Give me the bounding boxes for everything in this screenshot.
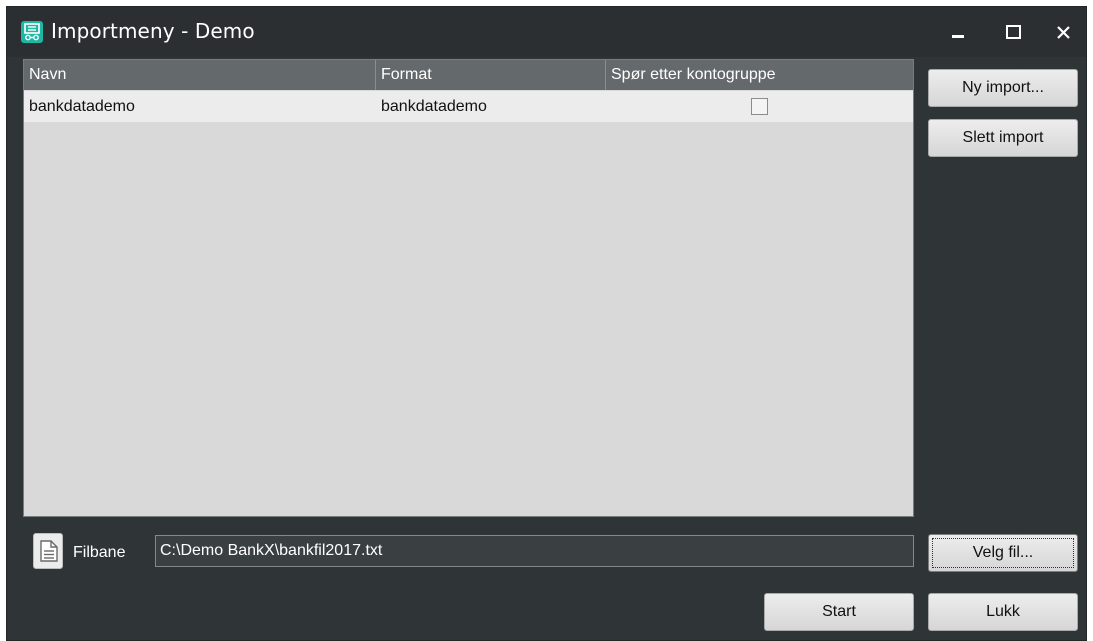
import-menu-window: Importmeny - Demo Navn Format Spør etter… (6, 6, 1087, 641)
spor-etter-kontogruppe-checkbox[interactable] (751, 98, 768, 115)
window-title: Importmeny - Demo (51, 19, 255, 43)
cell-navn: bankdatademo (29, 98, 135, 115)
file-button[interactable] (33, 533, 63, 569)
delete-import-button[interactable]: Slett import (928, 119, 1078, 157)
column-header-navn[interactable]: Navn (24, 60, 376, 90)
choose-file-button[interactable]: Velg fil... (928, 534, 1078, 572)
column-header-format[interactable]: Format (376, 60, 606, 90)
cell-format: bankdatademo (381, 98, 487, 115)
table-row[interactable]: bankdatademo bankdatademo (24, 91, 913, 122)
file-path-label: Filbane (73, 544, 126, 561)
minimize-button[interactable] (937, 15, 981, 51)
maximize-icon (1006, 25, 1021, 39)
start-button[interactable]: Start (764, 593, 914, 631)
app-logo-icon (21, 21, 43, 43)
maximize-button[interactable] (992, 15, 1036, 51)
file-path-input[interactable] (155, 535, 914, 567)
close-icon (1057, 26, 1070, 39)
import-list[interactable]: Navn Format Spør etter kontogruppe bankd… (23, 59, 914, 517)
column-header-spor-etter-kontogruppe[interactable]: Spør etter kontogruppe (606, 60, 909, 90)
close-button[interactable] (1042, 15, 1086, 51)
list-header: Navn Format Spør etter kontogruppe (24, 60, 913, 90)
close-dialog-button[interactable]: Lukk (928, 593, 1078, 631)
minimize-icon (952, 35, 964, 38)
new-import-button[interactable]: Ny import... (928, 69, 1078, 107)
title-bar[interactable]: Importmeny - Demo (7, 7, 1086, 57)
cell-spor-etter-kontogruppe (606, 91, 909, 122)
document-icon (40, 540, 58, 562)
